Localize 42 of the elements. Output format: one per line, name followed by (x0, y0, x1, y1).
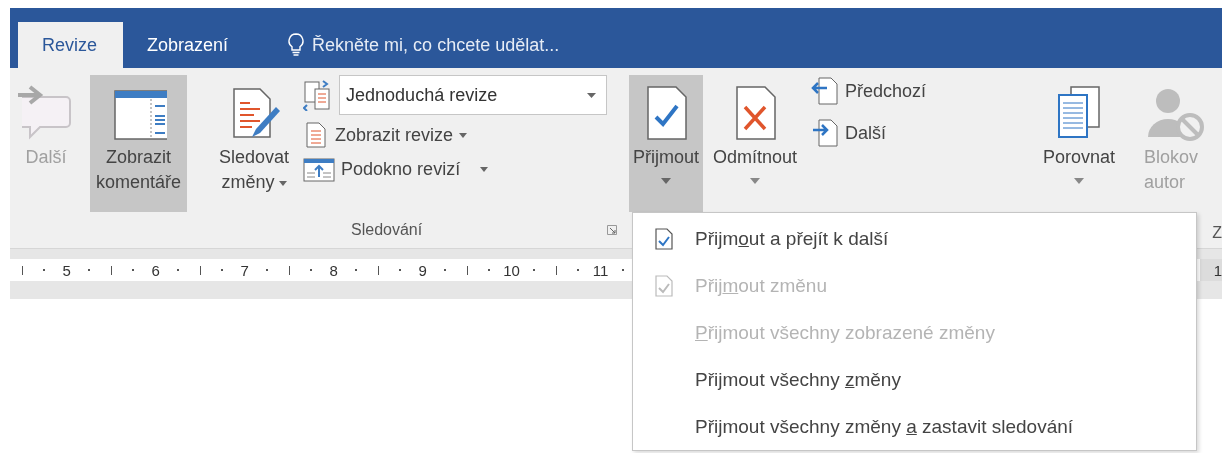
caret-icon (750, 178, 761, 185)
menu-item-label: Přijmout všechny zobrazené změny (695, 321, 995, 344)
reviewing-pane-button[interactable]: Podokno revizí (303, 155, 608, 183)
ribbon-tab[interactable]: Revize (18, 22, 124, 68)
ruler-number: 5 (62, 261, 71, 279)
menu-item-label: Přijmout všechny změny (695, 368, 901, 391)
ruler-number: 7 (240, 261, 249, 279)
caret-icon (480, 166, 489, 172)
caret-icon (661, 178, 671, 185)
previous-change-button[interactable]: Předchozí (811, 75, 927, 107)
pane-icon (303, 155, 336, 183)
caret-icon (1074, 178, 1084, 185)
show-comments-button[interactable]: Zobrazit komentáře (90, 75, 188, 212)
ruler-number: 6 (151, 261, 160, 279)
ruler-number: 8 (329, 261, 338, 279)
caret-icon (278, 181, 287, 187)
menu-item-label: Přijmout a přejít k další (695, 227, 889, 250)
document-arrow-right-icon (811, 117, 840, 149)
menu-item-label: Přijmout všechny změny a zastavit sledování (695, 415, 1074, 438)
document-check-icon (654, 226, 674, 251)
ruler-number: 1 (1200, 259, 1222, 281)
show-markup-button[interactable]: Zobrazit revize (303, 121, 608, 149)
reject-button[interactable]: Odmítnout (709, 75, 802, 212)
compare-button[interactable]: Porovnat (1032, 75, 1125, 212)
accept-button[interactable]: Přijmout (629, 75, 703, 212)
markup-dropdown[interactable]: Jednoduchá revize (339, 75, 608, 115)
ribbon-tab[interactable]: Zobrazení (123, 22, 255, 68)
ruler-number: 10 (503, 261, 520, 279)
track-changes-button[interactable]: Sledovat změny (215, 75, 294, 212)
caret-icon (587, 92, 597, 98)
next-change-button[interactable]: Další (811, 117, 927, 149)
tell-me-field[interactable]: Řekněte mi, co chcete udělat... (312, 34, 733, 56)
document-arrow-left-icon (811, 75, 840, 107)
ruler-number: 9 (418, 261, 427, 279)
document-check-icon (654, 273, 674, 298)
menu-item-label: Přijmout změnu (695, 274, 827, 297)
caret-icon (459, 132, 468, 138)
group-label: Sledování (351, 221, 423, 239)
lightbulb-icon (288, 33, 305, 57)
group-label: Z (1212, 224, 1222, 242)
ruler-number: 11 (592, 261, 609, 279)
dialog-launcher-icon[interactable] (607, 225, 617, 235)
